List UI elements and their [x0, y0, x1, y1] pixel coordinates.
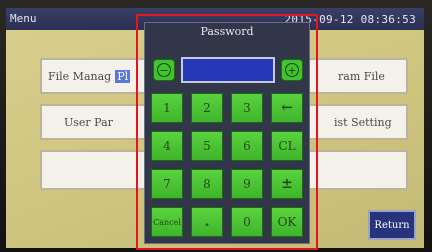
key-9[interactable]: 9	[231, 169, 263, 199]
cancel-key[interactable]: Cancel	[151, 207, 183, 237]
return-label: Return	[374, 219, 410, 231]
key-3[interactable]: 3	[231, 93, 263, 123]
list-setting-label: ist Setting	[334, 115, 392, 129]
key-4[interactable]: 4	[151, 131, 183, 161]
file-manage-label: File Manag	[48, 69, 112, 83]
key-6[interactable]: 6	[231, 131, 263, 161]
return-button[interactable]: Return	[368, 210, 416, 240]
key-0[interactable]: 0	[231, 207, 263, 237]
program-file-label: ram File	[338, 69, 385, 83]
clear-key[interactable]: CL	[271, 131, 303, 161]
minus-icon: −	[157, 63, 171, 77]
keypad: 1 2 3 ← 4 5 6 CL 7 8 9 ± Cancel . 0 OK	[151, 93, 305, 237]
backspace-key[interactable]: ←	[271, 93, 303, 123]
sign-toggle-key[interactable]: ±	[271, 169, 303, 199]
password-dialog: Password − + 1 2 3 ← 4 5 6 CL 7 8 9 ± Ca…	[144, 22, 310, 244]
key-5[interactable]: 5	[191, 131, 223, 161]
password-input-row: − +	[153, 57, 303, 83]
user-param-label: User Par	[64, 115, 113, 129]
ok-key[interactable]: OK	[271, 207, 303, 237]
key-1[interactable]: 1	[151, 93, 183, 123]
key-8[interactable]: 8	[191, 169, 223, 199]
password-field[interactable]	[181, 57, 275, 83]
file-manage-label-tail: Pl	[115, 69, 131, 83]
decimal-key[interactable]: .	[191, 207, 223, 237]
menu-label: Menu	[10, 12, 37, 25]
plus-icon: +	[285, 63, 299, 77]
increment-button[interactable]: +	[281, 59, 303, 81]
dialog-title: Password	[200, 25, 254, 38]
key-7[interactable]: 7	[151, 169, 183, 199]
key-2[interactable]: 2	[191, 93, 223, 123]
decrement-button[interactable]: −	[153, 59, 175, 81]
